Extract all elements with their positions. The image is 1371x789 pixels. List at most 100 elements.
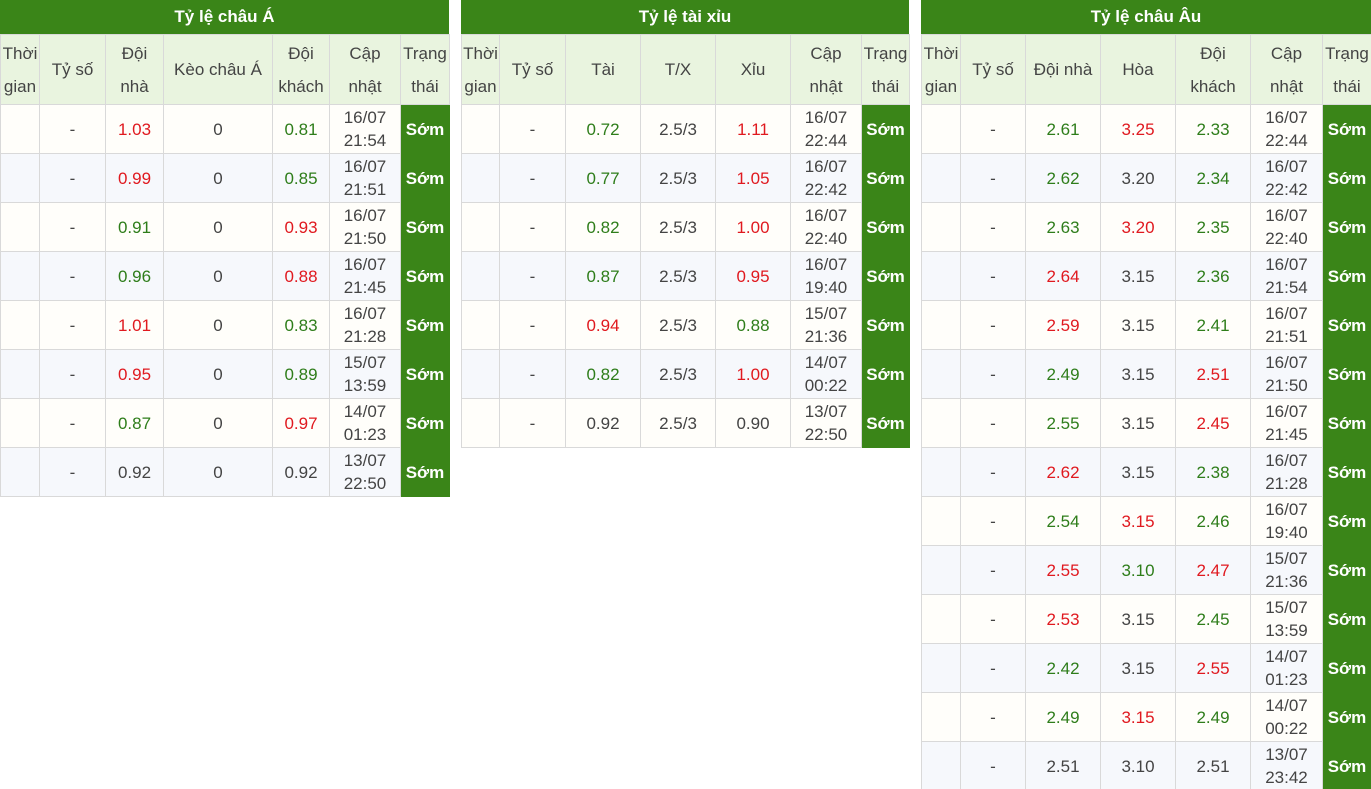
table-row: -0.77 2.5/3 1.05 16/07 22:42 Sớm bbox=[461, 153, 910, 203]
away-win-odds: 2.35 bbox=[1175, 202, 1251, 252]
updated-time: 15/07 21:36 bbox=[1250, 545, 1323, 595]
overunder-col-header: Cập nhật bbox=[790, 34, 862, 105]
overunder-col-header: Thời gian bbox=[461, 34, 500, 105]
updated-time: 16/07 22:44 bbox=[1250, 104, 1323, 154]
home-odds: 1.03 bbox=[105, 104, 164, 154]
asian-col-header: Cập nhật bbox=[329, 34, 401, 105]
updated-time: 15/07 13:59 bbox=[329, 349, 401, 399]
table-row: -0.72 2.5/3 1.11 16/07 22:44 Sớm bbox=[461, 104, 910, 154]
status-badge: Sớm bbox=[861, 300, 910, 350]
table-row: -2.62 3.20 2.34 16/07 22:42 Sớm bbox=[921, 153, 1371, 203]
table-row: -0.87 0 0.97 14/07 01:23 Sớm bbox=[0, 398, 450, 448]
updated-time: 16/07 19:40 bbox=[1250, 496, 1323, 546]
updated-date: 14/07 bbox=[343, 402, 387, 421]
status-badge: Sớm bbox=[861, 202, 910, 252]
score-cell: - bbox=[960, 741, 1026, 789]
updated-time: 16/07 21:54 bbox=[329, 104, 401, 154]
updated-clock: 19:40 bbox=[804, 278, 848, 297]
asian-col-header: Kèo châu Á bbox=[163, 34, 273, 105]
under-odds: 1.11 bbox=[715, 104, 791, 154]
status-badge: Sớm bbox=[400, 398, 450, 448]
updated-clock: 21:54 bbox=[343, 131, 387, 150]
time-cell bbox=[921, 300, 961, 350]
updated-clock: 21:28 bbox=[1265, 474, 1308, 493]
time-cell bbox=[461, 104, 500, 154]
col-header-line1: Đội nhà bbox=[1033, 60, 1093, 79]
table-row: -0.92 0 0.92 13/07 22:50 Sớm bbox=[0, 447, 450, 497]
updated-time: 16/07 21:51 bbox=[1250, 300, 1323, 350]
time-cell bbox=[0, 202, 40, 252]
score-cell: - bbox=[39, 398, 106, 448]
status-badge: Sớm bbox=[1322, 496, 1371, 546]
updated-clock: 22:50 bbox=[343, 474, 387, 493]
over-odds: 0.82 bbox=[565, 202, 641, 252]
updated-date: 16/07 bbox=[1265, 255, 1308, 274]
score-cell: - bbox=[39, 251, 106, 301]
updated-date: 16/07 bbox=[804, 157, 848, 176]
under-odds: 1.00 bbox=[715, 202, 791, 252]
time-cell bbox=[0, 447, 40, 497]
table-row: -2.55 3.10 2.47 15/07 21:36 Sớm bbox=[921, 545, 1371, 595]
score-cell: - bbox=[39, 447, 106, 497]
away-win-odds: 2.41 bbox=[1175, 300, 1251, 350]
european-col-header: Cập nhật bbox=[1250, 34, 1323, 105]
away-win-odds: 2.49 bbox=[1175, 692, 1251, 742]
col-header-line1: Thời bbox=[2, 43, 38, 63]
updated-clock: 21:51 bbox=[343, 180, 387, 199]
col-header-line1: T/X bbox=[664, 60, 692, 79]
updated-clock: 00:22 bbox=[1265, 719, 1308, 738]
overunder-col-header: Tỷ số bbox=[499, 34, 566, 105]
time-cell bbox=[921, 251, 961, 301]
status-badge: Sớm bbox=[1322, 692, 1371, 742]
updated-clock: 22:50 bbox=[804, 425, 848, 444]
updated-clock: 21:28 bbox=[343, 327, 387, 346]
updated-time: 13/07 22:50 bbox=[329, 447, 401, 497]
col-header-line2: nhà bbox=[120, 76, 149, 96]
total-line: 2.5/3 bbox=[640, 251, 716, 301]
updated-time: 15/07 13:59 bbox=[1250, 594, 1323, 644]
updated-clock: 21:36 bbox=[804, 327, 848, 346]
over-odds: 0.94 bbox=[565, 300, 641, 350]
home-odds: 0.96 bbox=[105, 251, 164, 301]
time-cell bbox=[461, 251, 500, 301]
time-cell bbox=[921, 594, 961, 644]
col-header-line1: Hòa bbox=[1122, 60, 1154, 79]
under-odds: 0.95 bbox=[715, 251, 791, 301]
score-cell: - bbox=[960, 447, 1026, 497]
european-col-header: Đội nhà bbox=[1025, 34, 1101, 105]
overunder-odds-body: -0.72 2.5/3 1.11 16/07 22:44 Sớm -0.77 2.5/3 1.0… bbox=[461, 104, 910, 448]
overunder-odds-title: Tỷ lệ tài xỉu bbox=[461, 0, 909, 34]
col-header-line2: gian bbox=[464, 76, 497, 96]
updated-time: 14/07 01:23 bbox=[329, 398, 401, 448]
handicap-line: 0 bbox=[163, 447, 273, 497]
over-odds: 0.87 bbox=[565, 251, 641, 301]
updated-clock: 13:59 bbox=[1265, 621, 1308, 640]
updated-date: 16/07 bbox=[1265, 108, 1308, 127]
updated-clock: 21:50 bbox=[1265, 376, 1308, 395]
european-col-header: Thời gian bbox=[921, 34, 961, 105]
away-odds: 0.92 bbox=[272, 447, 330, 497]
updated-clock: 23:42 bbox=[1265, 768, 1308, 787]
status-badge: Sớm bbox=[1322, 398, 1371, 448]
asian-col-header: Đội nhà bbox=[105, 34, 164, 105]
col-header-line1: Đội bbox=[1200, 43, 1226, 63]
away-win-odds: 2.36 bbox=[1175, 251, 1251, 301]
time-cell bbox=[461, 300, 500, 350]
table-row: -0.82 2.5/3 1.00 14/07 00:22 Sớm bbox=[461, 349, 910, 399]
time-cell bbox=[0, 349, 40, 399]
european-col-header: Trạng thái bbox=[1322, 34, 1371, 105]
updated-date: 15/07 bbox=[804, 304, 848, 323]
time-cell bbox=[921, 545, 961, 595]
col-header-line1: Kèo châu Á bbox=[174, 60, 262, 79]
away-odds: 0.83 bbox=[272, 300, 330, 350]
home-odds: 0.87 bbox=[105, 398, 164, 448]
updated-time: 14/07 00:22 bbox=[790, 349, 862, 399]
away-odds: 0.85 bbox=[272, 153, 330, 203]
updated-date: 16/07 bbox=[343, 108, 387, 127]
status-badge: Sớm bbox=[1322, 447, 1371, 497]
updated-clock: 22:44 bbox=[1265, 131, 1308, 150]
table-row: -0.87 2.5/3 0.95 16/07 19:40 Sớm bbox=[461, 251, 910, 301]
home-win-odds: 2.61 bbox=[1025, 104, 1101, 154]
european-odds-table: Thời gian Tỷ số Đội nhà Hòa Đội khách Cập nhật Tr… bbox=[921, 34, 1371, 789]
draw-odds: 3.15 bbox=[1100, 251, 1176, 301]
